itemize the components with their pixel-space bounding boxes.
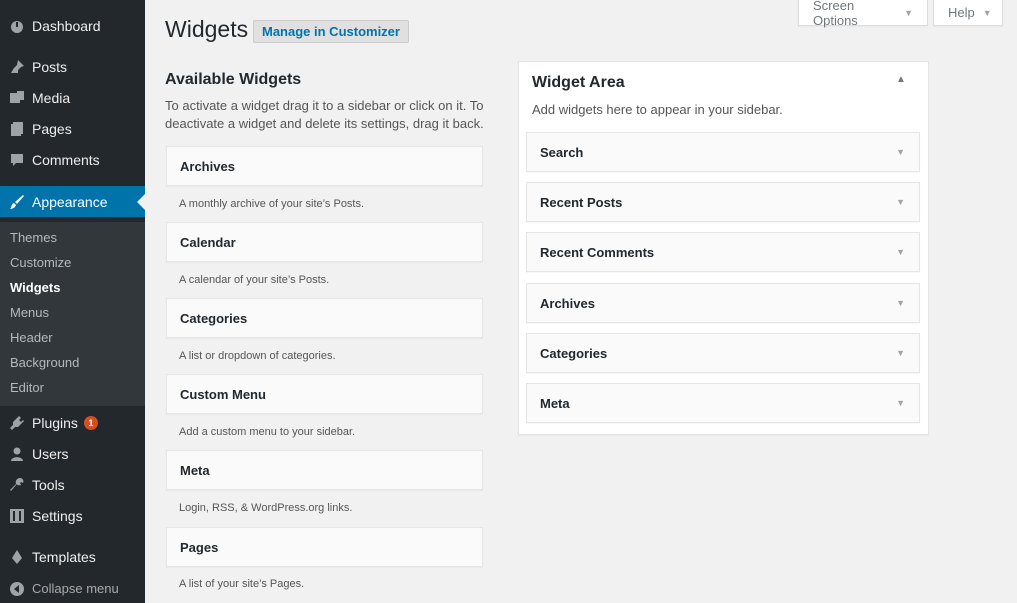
media-icon — [8, 89, 26, 107]
area-widget-label: Categories — [540, 345, 608, 361]
menu-label: Media — [32, 89, 71, 106]
help-label: Help — [948, 5, 975, 20]
available-widget-custom-menu[interactable]: Custom Menu — [166, 374, 483, 414]
caret-down-icon[interactable]: ▼ — [896, 298, 905, 308]
wrench-icon — [8, 476, 26, 494]
pen-icon — [8, 548, 26, 566]
caret-down-icon: ▼ — [982, 7, 992, 18]
widget-description: Add a custom menu to your sidebar. — [179, 426, 356, 438]
menu-label: Appearance — [32, 193, 108, 210]
available-widget-archives[interactable]: Archives — [166, 146, 483, 186]
area-widget-recent-posts[interactable]: Recent Posts ▼ — [526, 182, 920, 222]
help-button[interactable]: Help ▼ — [933, 0, 1003, 26]
available-widget-categories[interactable]: Categories — [166, 298, 483, 338]
menu-label: Posts — [32, 58, 68, 75]
widget-description: A list or dropdown of categories. — [179, 350, 336, 362]
collapse-caret-up-icon[interactable]: ▲ — [896, 74, 906, 85]
screen-options-label: Screen Options — [813, 0, 858, 28]
area-widget-label: Meta — [540, 395, 570, 411]
menu-label: Pages — [32, 120, 72, 137]
widget-description: Login, RSS, & WordPress.org links. — [179, 502, 353, 514]
submenu-header[interactable]: Header — [10, 330, 53, 345]
menu-label: Users — [32, 445, 69, 462]
appearance-submenu: Themes Customize Widgets Menus Header Ba… — [0, 222, 145, 406]
area-widget-meta[interactable]: Meta ▼ — [526, 383, 920, 423]
menu-item-media[interactable]: Media — [0, 82, 145, 113]
collapse-label: Collapse menu — [32, 581, 119, 596]
area-widget-label: Archives — [540, 295, 595, 311]
menu-item-dashboard[interactable]: Dashboard — [0, 10, 145, 41]
submenu-menus[interactable]: Menus — [10, 305, 49, 320]
plug-icon — [8, 414, 26, 432]
update-count-badge: 1 — [83, 415, 98, 430]
submenu-editor[interactable]: Editor — [10, 380, 44, 395]
manage-in-customizer-button[interactable]: Manage in Customizer — [253, 20, 409, 43]
dashboard-icon — [8, 17, 26, 35]
menu-item-users[interactable]: Users — [0, 438, 145, 469]
pages-icon — [8, 120, 26, 138]
collapse-menu-button[interactable]: Collapse menu — [0, 573, 145, 603]
pin-icon — [8, 58, 26, 76]
available-widgets-description: To activate a widget drag it to a sideba… — [165, 98, 484, 131]
screen-options-button[interactable]: Screen Options ▼ — [798, 0, 928, 28]
settings-icon — [8, 507, 26, 525]
widget-area-title[interactable]: Widget Area — [532, 74, 625, 92]
caret-down-icon[interactable]: ▼ — [896, 197, 905, 207]
area-widget-categories[interactable]: Categories ▼ — [526, 333, 920, 373]
widget-description: A monthly archive of your site’s Posts. — [179, 198, 365, 210]
available-widget-meta[interactable]: Meta — [166, 450, 483, 490]
brush-icon — [8, 193, 26, 211]
menu-item-pages[interactable]: Pages — [0, 113, 145, 144]
submenu-widgets[interactable]: Widgets — [10, 280, 60, 295]
caret-down-icon[interactable]: ▼ — [896, 247, 905, 257]
available-widget-calendar[interactable]: Calendar — [166, 222, 483, 262]
widget-area-description: Add widgets here to appear in your sideb… — [532, 102, 783, 117]
menu-item-settings[interactable]: Settings — [0, 500, 145, 531]
widget-description: A calendar of your site’s Posts. — [179, 274, 330, 286]
menu-item-comments[interactable]: Comments — [0, 144, 145, 175]
submenu-themes[interactable]: Themes — [10, 230, 57, 245]
area-widget-label: Recent Posts — [540, 194, 623, 210]
menu-item-templates[interactable]: Templates — [0, 541, 145, 572]
widget-description: A list of your site’s Pages. — [179, 578, 305, 590]
available-widget-pages[interactable]: Pages — [166, 527, 483, 567]
area-widget-archives[interactable]: Archives ▼ — [526, 283, 920, 323]
menu-label: Comments — [32, 151, 100, 168]
submenu-background[interactable]: Background — [10, 355, 79, 370]
menu-label: Tools — [32, 476, 65, 493]
menu-label: Plugins — [32, 414, 78, 431]
area-widget-search[interactable]: Search ▼ — [526, 132, 920, 172]
caret-down-icon[interactable]: ▼ — [896, 398, 905, 408]
user-icon — [8, 445, 26, 463]
area-widget-label: Search — [540, 144, 584, 160]
active-indicator — [137, 194, 145, 210]
submenu-customize[interactable]: Customize — [10, 255, 71, 270]
admin-sidebar: Dashboard Posts Media Pages Comments App… — [0, 0, 145, 603]
available-widgets-title: Available Widgets — [165, 71, 302, 88]
page-title: Widgets — [165, 16, 249, 42]
menu-item-plugins[interactable]: Plugins 1 — [0, 407, 145, 438]
menu-item-appearance[interactable]: Appearance — [0, 186, 145, 217]
menu-label: Templates — [32, 548, 96, 565]
menu-item-tools[interactable]: Tools — [0, 469, 145, 500]
area-widget-label: Recent Comments — [540, 244, 655, 260]
caret-down-icon: ▼ — [904, 7, 913, 18]
comment-icon — [8, 151, 26, 169]
menu-label: Dashboard — [32, 17, 101, 34]
collapse-arrow-icon — [8, 580, 26, 598]
caret-down-icon[interactable]: ▼ — [896, 147, 905, 157]
menu-label: Settings — [32, 507, 83, 524]
area-widget-recent-comments[interactable]: Recent Comments ▼ — [526, 232, 920, 272]
menu-item-posts[interactable]: Posts — [0, 51, 145, 82]
caret-down-icon[interactable]: ▼ — [896, 348, 905, 358]
